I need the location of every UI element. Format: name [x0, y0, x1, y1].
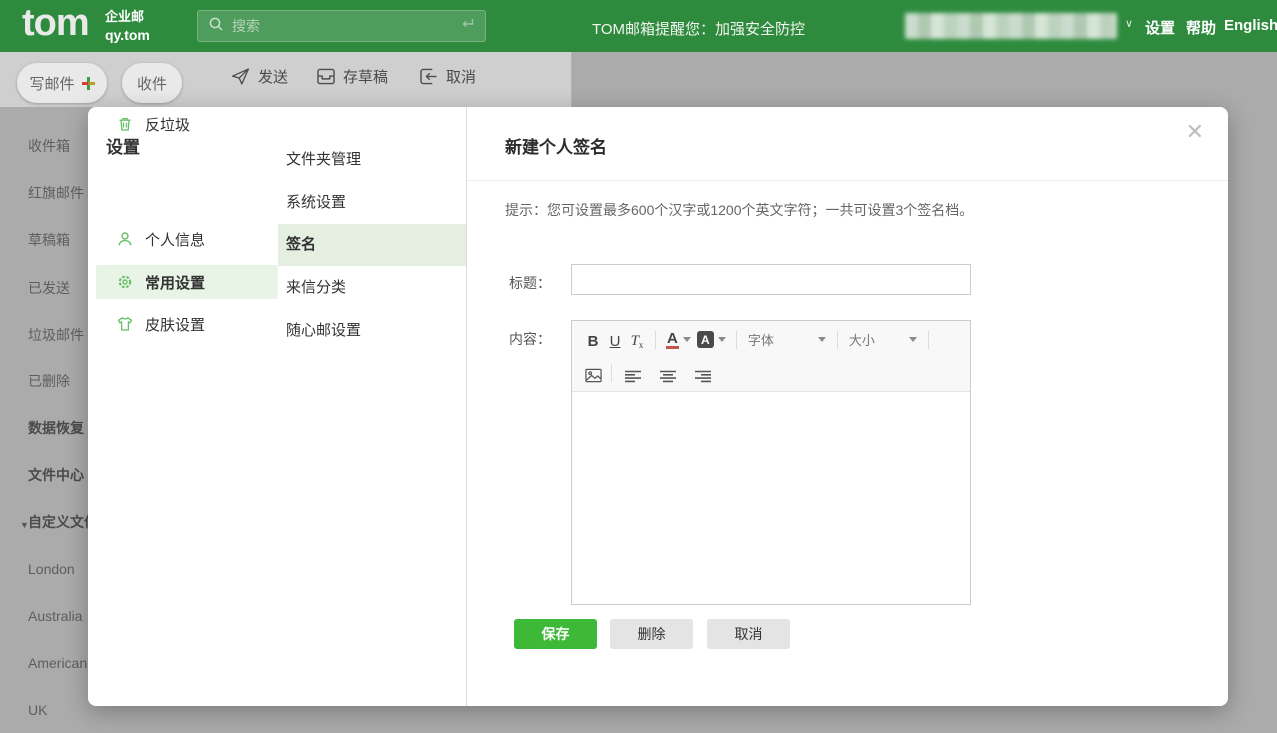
delete-button[interactable]: 删除 — [610, 619, 693, 649]
search-icon — [208, 16, 224, 37]
font-color-icon: A — [666, 331, 679, 349]
settings-nav-anti-spam[interactable]: 反垃圾 — [96, 107, 278, 141]
toolbar-separator — [837, 331, 838, 349]
highlight-color-icon: A — [697, 331, 714, 348]
settings-modal: 设置 个人信息 常用设置 — [88, 107, 1228, 706]
account-caret-icon[interactable]: ∨ — [1125, 17, 1133, 30]
insert-image-button[interactable] — [582, 361, 604, 385]
chevron-down-icon — [683, 337, 691, 342]
subnav-signature[interactable]: 签名 — [278, 224, 466, 266]
sidebar-item-uk[interactable]: UK — [28, 700, 47, 720]
title-label: 标题： — [499, 273, 551, 293]
cancel-button[interactable]: 取消 — [707, 619, 790, 649]
sidebar-item-spam[interactable]: 垃圾邮件 — [28, 325, 84, 345]
align-center-icon[interactable] — [657, 361, 679, 385]
header-language-link[interactable]: English — [1224, 17, 1277, 34]
highlight-color-button[interactable]: A — [697, 331, 726, 348]
save-draft-button[interactable]: 存草稿 — [316, 66, 388, 87]
underline-button[interactable]: U — [604, 328, 626, 352]
align-right-icon[interactable] — [692, 361, 714, 385]
toolbar-separator — [655, 331, 656, 349]
settings-subnav: 文件夹管理 系统设置 签名 来信分类 随心邮设置 — [278, 107, 467, 706]
signature-content-area[interactable] — [572, 392, 970, 604]
account-email-redacted[interactable] — [905, 13, 1117, 39]
settings-nav-skin-settings[interactable]: 皮肤设置 — [96, 307, 278, 341]
panel-heading: 新建个人签名 — [505, 133, 607, 158]
sidebar-item-sent[interactable]: 已发送 — [28, 278, 70, 298]
toolbar-separator — [736, 331, 737, 349]
cancel-compose-button[interactable]: 取消 — [419, 66, 476, 87]
compose-mail-button[interactable]: 写邮件 — [17, 63, 107, 103]
enter-key-icon — [459, 16, 475, 36]
send-label: 发送 — [258, 66, 288, 87]
compose-mail-label: 写邮件 — [29, 73, 74, 94]
clear-format-button[interactable]: Tx — [626, 328, 648, 352]
sidebar-item-flagged[interactable]: 红旗邮件 — [28, 183, 84, 203]
settings-nav-common-settings[interactable]: 常用设置 — [96, 265, 278, 299]
signature-tip: 提示：您可设置最多600个汉字或1200个英文字符；一共可设置3个签名档。 — [505, 200, 973, 220]
search-box[interactable] — [197, 10, 486, 42]
signature-editor: B U Tx A A 字体 — [571, 320, 971, 605]
send-button[interactable]: 发送 — [230, 66, 288, 87]
heading-divider — [467, 180, 1228, 181]
app-header: tom 企业邮 qy.tom TOM邮箱提醒您：加强安全防控 ∨ 设置 帮助 E… — [0, 0, 1277, 52]
settings-nav: 设置 个人信息 常用设置 — [88, 107, 278, 706]
search-input[interactable] — [232, 18, 451, 34]
toolbar-separator — [928, 331, 929, 349]
sidebar-item-australia[interactable]: Australia — [28, 606, 82, 626]
bold-button[interactable]: B — [582, 328, 604, 352]
user-icon — [117, 231, 133, 247]
sidebar-item-drafts[interactable]: 草稿箱 — [28, 230, 70, 250]
sidebar-item-american[interactable]: American — [28, 653, 87, 673]
settings-nav-personal-info[interactable]: 个人信息 — [96, 222, 278, 256]
sidebar-item-london[interactable]: London — [28, 559, 75, 579]
trash-icon — [117, 116, 133, 132]
brand-line1: 企业邮 — [105, 9, 150, 26]
sidebar-item-deleted[interactable]: 已删除 — [28, 371, 70, 391]
signature-title-input[interactable] — [571, 264, 971, 295]
plus-icon — [82, 77, 95, 90]
sidebar-item-data-recovery[interactable]: 数据恢复 — [28, 418, 84, 438]
align-left-icon[interactable] — [622, 361, 644, 385]
subnav-mail-classification[interactable]: 来信分类 — [278, 267, 466, 309]
font-family-select[interactable]: 字体 — [744, 330, 830, 349]
chevron-down-icon — [818, 337, 826, 342]
receive-mail-label: 收件 — [137, 73, 167, 94]
close-icon[interactable]: ✕ — [1186, 121, 1204, 143]
header-settings-link[interactable]: 设置 — [1145, 17, 1175, 38]
back-arrow-icon — [419, 68, 439, 85]
tom-logo: tom — [22, 2, 89, 45]
brand-line2: qy.tom — [105, 26, 150, 44]
sidebar-item-inbox[interactable]: 收件箱 — [28, 136, 70, 156]
subnav-system-settings[interactable]: 系统设置 — [278, 182, 466, 224]
gear-icon — [117, 274, 133, 290]
folder-expand-icon[interactable]: ▼ — [20, 515, 29, 535]
brand-text: 企业邮 qy.tom — [105, 9, 150, 44]
security-notice: TOM邮箱提醒您：加强安全防控 — [592, 18, 805, 39]
drafts-box-icon — [316, 68, 336, 85]
screen: tom 企业邮 qy.tom TOM邮箱提醒您：加强安全防控 ∨ 设置 帮助 E… — [0, 0, 1277, 733]
toolbar-separator — [611, 364, 612, 382]
cancel-compose-label: 取消 — [446, 66, 476, 87]
signature-panel: 新建个人签名 ✕ 提示：您可设置最多600个汉字或1200个英文字符；一共可设置… — [467, 107, 1228, 706]
chevron-down-icon — [718, 337, 726, 342]
subnav-folder-management[interactable]: 文件夹管理 — [278, 139, 466, 181]
save-draft-label: 存草稿 — [343, 66, 388, 87]
sidebar-item-file-center[interactable]: 文件中心 — [28, 465, 84, 485]
font-size-select[interactable]: 大小 — [845, 330, 921, 349]
paper-plane-icon — [230, 66, 251, 87]
content-label: 内容： — [499, 329, 551, 349]
shirt-icon — [117, 316, 133, 332]
font-color-button[interactable]: A — [666, 331, 691, 349]
save-button[interactable]: 保存 — [514, 619, 597, 649]
header-help-link[interactable]: 帮助 — [1186, 17, 1216, 38]
receive-mail-button[interactable]: 收件 — [122, 63, 182, 103]
subnav-suixin-mail[interactable]: 随心邮设置 — [278, 310, 466, 352]
chevron-down-icon — [909, 337, 917, 342]
editor-toolbar: B U Tx A A 字体 — [572, 321, 970, 392]
